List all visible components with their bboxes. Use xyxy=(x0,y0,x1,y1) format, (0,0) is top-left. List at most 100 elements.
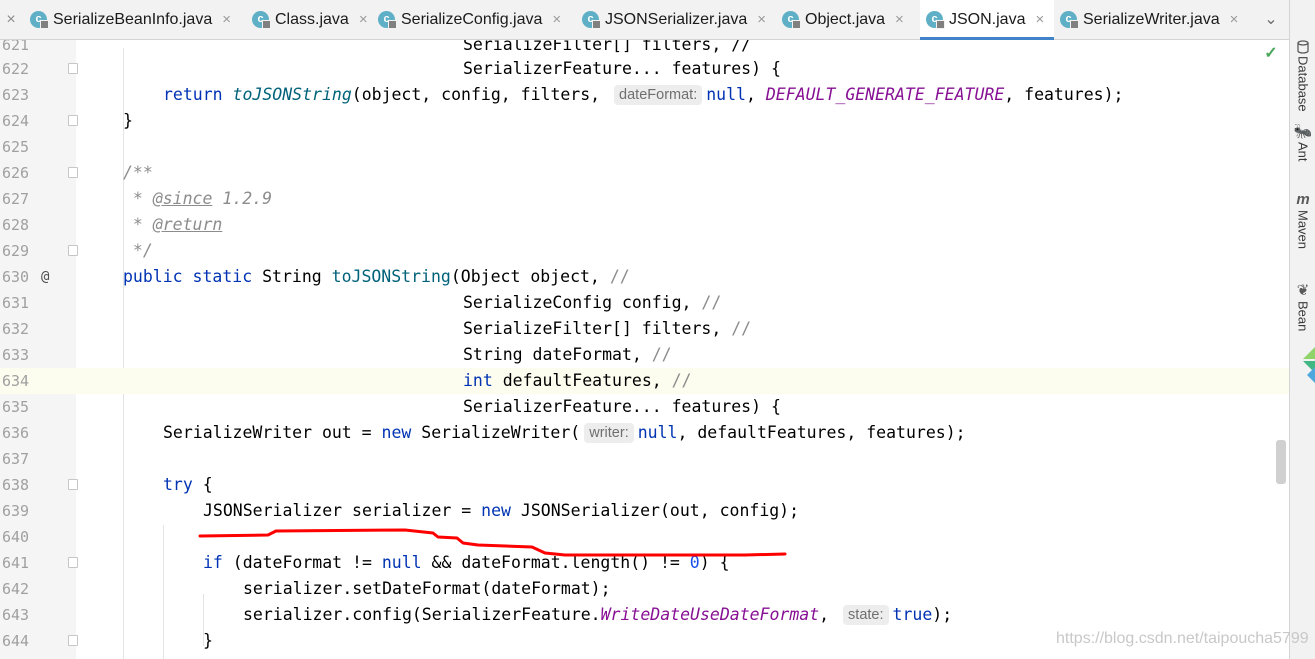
line-number: 641 xyxy=(2,554,30,572)
code-text: * @since 1.2.9 xyxy=(123,189,273,208)
line-number: 633 xyxy=(2,346,30,364)
tool-database[interactable]: Database xyxy=(1290,40,1315,112)
chevron-down-icon[interactable]: ⌄ xyxy=(1259,10,1283,30)
close-icon[interactable]: × xyxy=(359,11,368,28)
tab-label: SerializeBeanInfo.java xyxy=(53,10,213,28)
close-icon[interactable]: × xyxy=(552,11,561,28)
line-number: 627 xyxy=(2,190,30,208)
parameter-hint: dateFormat: xyxy=(614,85,703,105)
close-icon[interactable]: × xyxy=(1230,11,1239,28)
line-number: 626 xyxy=(2,164,30,182)
database-icon xyxy=(1297,40,1309,54)
inspection-ok-icon[interactable]: ✓ xyxy=(1263,46,1279,62)
line-number: 640 xyxy=(2,528,30,546)
code-line: 632 SerializeFilter[] filters, // xyxy=(0,316,1289,342)
code-text: serializer.config(SerializerFeature.Writ… xyxy=(243,605,953,625)
right-tool-strip: Database 🐜 Ant m Maven ❦ Bean xyxy=(1289,0,1315,659)
code-text: String dateFormat, // xyxy=(463,345,672,364)
tab-jsonserializer[interactable]: c JSONSerializer.java × xyxy=(576,0,776,39)
code-text: SerializeFilter[] filters, // xyxy=(463,319,752,338)
tab-class[interactable]: c Class.java × xyxy=(246,0,372,39)
code-line: 642 serializer.setDateFormat(dateFormat)… xyxy=(0,576,1289,602)
tab-label: SerializeWriter.java xyxy=(1083,10,1220,28)
close-icon[interactable]: × xyxy=(222,11,231,28)
code-line: 625 xyxy=(0,134,1289,160)
tool-bean[interactable]: ❦ Bean xyxy=(1290,283,1315,332)
fold-end-icon[interactable] xyxy=(68,635,78,646)
tab-label: SerializeConfig.java xyxy=(401,10,543,28)
line-number: 623 xyxy=(2,86,30,104)
line-number: 643 xyxy=(2,606,30,624)
line-number: 631 xyxy=(2,294,30,312)
line-number: 632 xyxy=(2,320,30,338)
tool-label: Maven xyxy=(1295,210,1311,250)
line-number: 644 xyxy=(2,632,30,650)
close-icon[interactable]: × xyxy=(757,11,766,28)
tab-serializeconfig[interactable]: c SerializeConfig.java × xyxy=(372,0,576,39)
tool-label: Database xyxy=(1295,56,1311,112)
code-text: JSONSerializer serializer = new JSONSeri… xyxy=(203,501,800,520)
close-icon[interactable]: × xyxy=(895,11,904,28)
tab-label: Class.java xyxy=(275,10,349,28)
code-text: /** xyxy=(123,163,153,182)
line-number: 628 xyxy=(2,216,30,234)
line-number: 629 xyxy=(2,242,30,260)
line-number: 642 xyxy=(2,580,30,598)
code-text: SerializeWriter out = new SerializeWrite… xyxy=(163,423,966,443)
java-class-icon: c xyxy=(926,11,945,29)
java-class-icon: c xyxy=(30,11,49,29)
line-number: 635 xyxy=(2,398,30,416)
vue-plugin-icon[interactable] xyxy=(1297,345,1315,393)
java-class-icon: c xyxy=(252,11,271,29)
code-line: 622 SerializerFeature... features) { xyxy=(0,56,1289,82)
code-line: 636 SerializeWriter out = new SerializeW… xyxy=(0,420,1289,446)
code-text: } xyxy=(123,111,133,130)
tab-serializebeaninfo[interactable]: c SerializeBeanInfo.java × xyxy=(24,0,246,39)
fold-start-icon[interactable] xyxy=(68,479,78,490)
line-number: 625 xyxy=(2,138,30,156)
line-number: 622 xyxy=(2,60,30,78)
fold-start-icon[interactable] xyxy=(68,167,78,178)
line-number: 638 xyxy=(2,476,30,494)
java-class-icon: c xyxy=(378,11,397,29)
tab-label: JSON.java xyxy=(949,10,1026,28)
close-icon[interactable]: × xyxy=(4,10,18,30)
code-editor[interactable]: 621 SerializeFilter[] filters, // 622 Se… xyxy=(0,40,1289,659)
code-line: 635 SerializerFeature... features) { xyxy=(0,394,1289,420)
code-line: 630 @ public static String toJSONString(… xyxy=(0,264,1289,290)
fold-end-icon[interactable] xyxy=(68,115,78,126)
code-text: try { xyxy=(163,475,213,494)
close-icon[interactable]: × xyxy=(1035,11,1044,28)
code-line: 637 xyxy=(0,446,1289,472)
line-number: 630 xyxy=(2,268,30,286)
code-text: serializer.setDateFormat(dateFormat); xyxy=(243,579,611,598)
code-text: int defaultFeatures, // xyxy=(463,371,692,390)
ant-icon: 🐜 xyxy=(1293,123,1313,140)
code-line: 631 SerializeConfig config, // xyxy=(0,290,1289,316)
tab-object[interactable]: c Object.java × xyxy=(776,0,920,39)
code-text: SerializerFeature... features) { xyxy=(463,59,781,78)
java-class-icon: c xyxy=(782,11,801,29)
tool-maven[interactable]: m Maven xyxy=(1290,192,1315,250)
scrollbar-thumb[interactable] xyxy=(1276,440,1286,484)
tool-ant[interactable]: 🐜 Ant xyxy=(1290,124,1315,162)
fold-start-icon[interactable] xyxy=(68,557,78,568)
code-line: 623 return toJSONString(object, config, … xyxy=(0,82,1289,108)
fold-end-icon[interactable] xyxy=(68,63,78,74)
tab-label: Object.java xyxy=(805,10,886,28)
code-line: 640 xyxy=(0,524,1289,550)
code-line: 639 JSONSerializer serializer = new JSON… xyxy=(0,498,1289,524)
tab-serializewriter[interactable]: c SerializeWriter.java × xyxy=(1054,0,1258,39)
fold-end-icon[interactable] xyxy=(68,245,78,256)
code-line: 629 */ xyxy=(0,238,1289,264)
java-class-icon: c xyxy=(1060,11,1079,29)
code-text: SerializeConfig config, // xyxy=(463,293,722,312)
code-text: SerializerFeature... features) { xyxy=(463,397,781,416)
line-number: 636 xyxy=(2,424,30,442)
override-marker-icon[interactable]: @ xyxy=(41,269,49,285)
parameter-hint: state: xyxy=(843,605,889,625)
parameter-hint: writer: xyxy=(584,423,634,443)
tab-json[interactable]: c JSON.java × xyxy=(920,0,1054,40)
code-line: 628 * @return xyxy=(0,212,1289,238)
watermark: https://blog.csdn.net/taipoucha5799 xyxy=(1056,630,1309,647)
